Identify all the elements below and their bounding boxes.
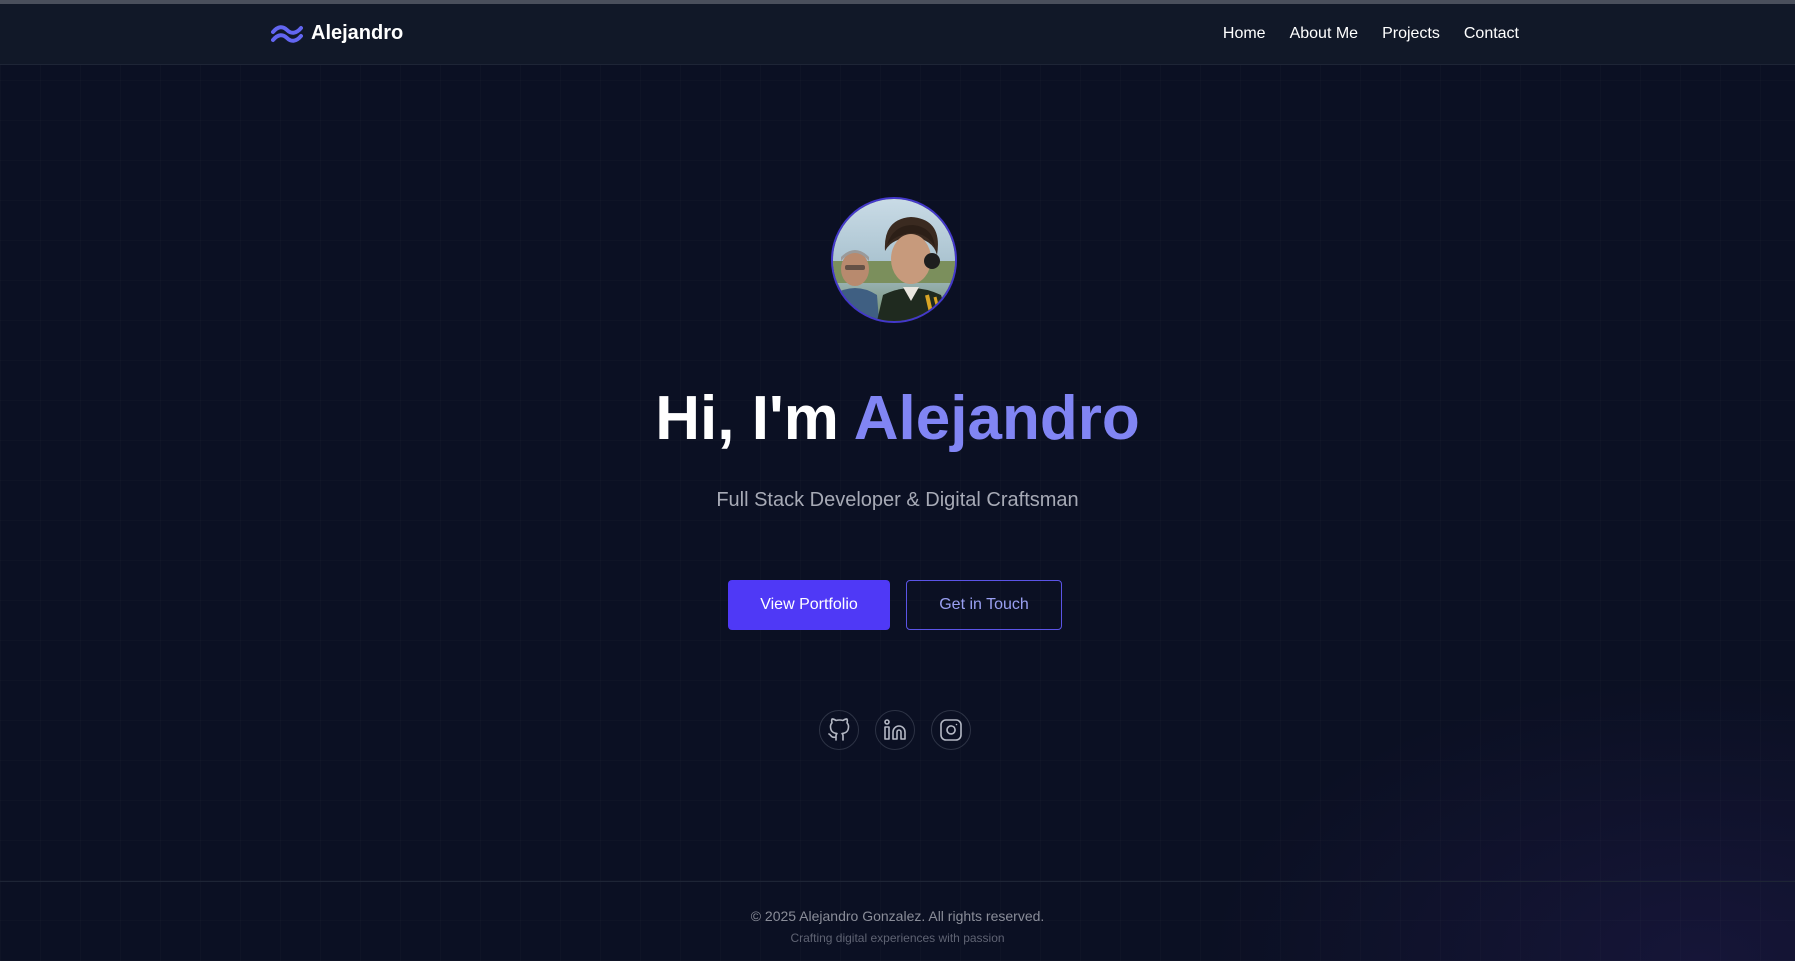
nav-links: Home About Me Projects Contact (1223, 25, 1519, 43)
profile-photo (833, 199, 955, 321)
linkedin-link[interactable] (875, 710, 915, 750)
footer-copyright: © 2025 Alejandro Gonzalez. All rights re… (750, 908, 1045, 924)
wave-logo-icon (271, 24, 303, 43)
nav-link-contact[interactable]: Contact (1464, 25, 1519, 43)
brand-name: Alejandro (311, 22, 404, 44)
avatar (831, 197, 957, 323)
github-link[interactable] (819, 710, 859, 750)
nav-link-about[interactable]: About Me (1290, 25, 1358, 43)
hero-subtitle: Full Stack Developer & Digital Craftsman (716, 489, 1079, 511)
background-grid (0, 0, 1795, 961)
hero-greeting: Hi, I'm (655, 384, 854, 453)
footer: © 2025 Alejandro Gonzalez. All rights re… (0, 881, 1795, 961)
instagram-link[interactable] (931, 710, 971, 750)
instagram-icon (940, 719, 962, 741)
hero-title: Hi, I'm Alejandro (0, 381, 1795, 457)
view-portfolio-button[interactable]: View Portfolio (728, 580, 890, 630)
linkedin-icon (884, 719, 906, 740)
brand-link[interactable]: Alejandro (271, 22, 403, 45)
background-glow (0, 0, 1795, 961)
hero-name: Alejandro (853, 384, 1140, 453)
footer-tagline: Crafting digital experiences with passio… (790, 931, 1005, 945)
nav-link-home[interactable]: Home (1223, 25, 1266, 43)
nav-link-projects[interactable]: Projects (1382, 25, 1440, 43)
navbar: Alejandro Home About Me Projects Contact (0, 4, 1795, 65)
github-icon (828, 718, 850, 741)
get-in-touch-button[interactable]: Get in Touch (906, 580, 1062, 630)
